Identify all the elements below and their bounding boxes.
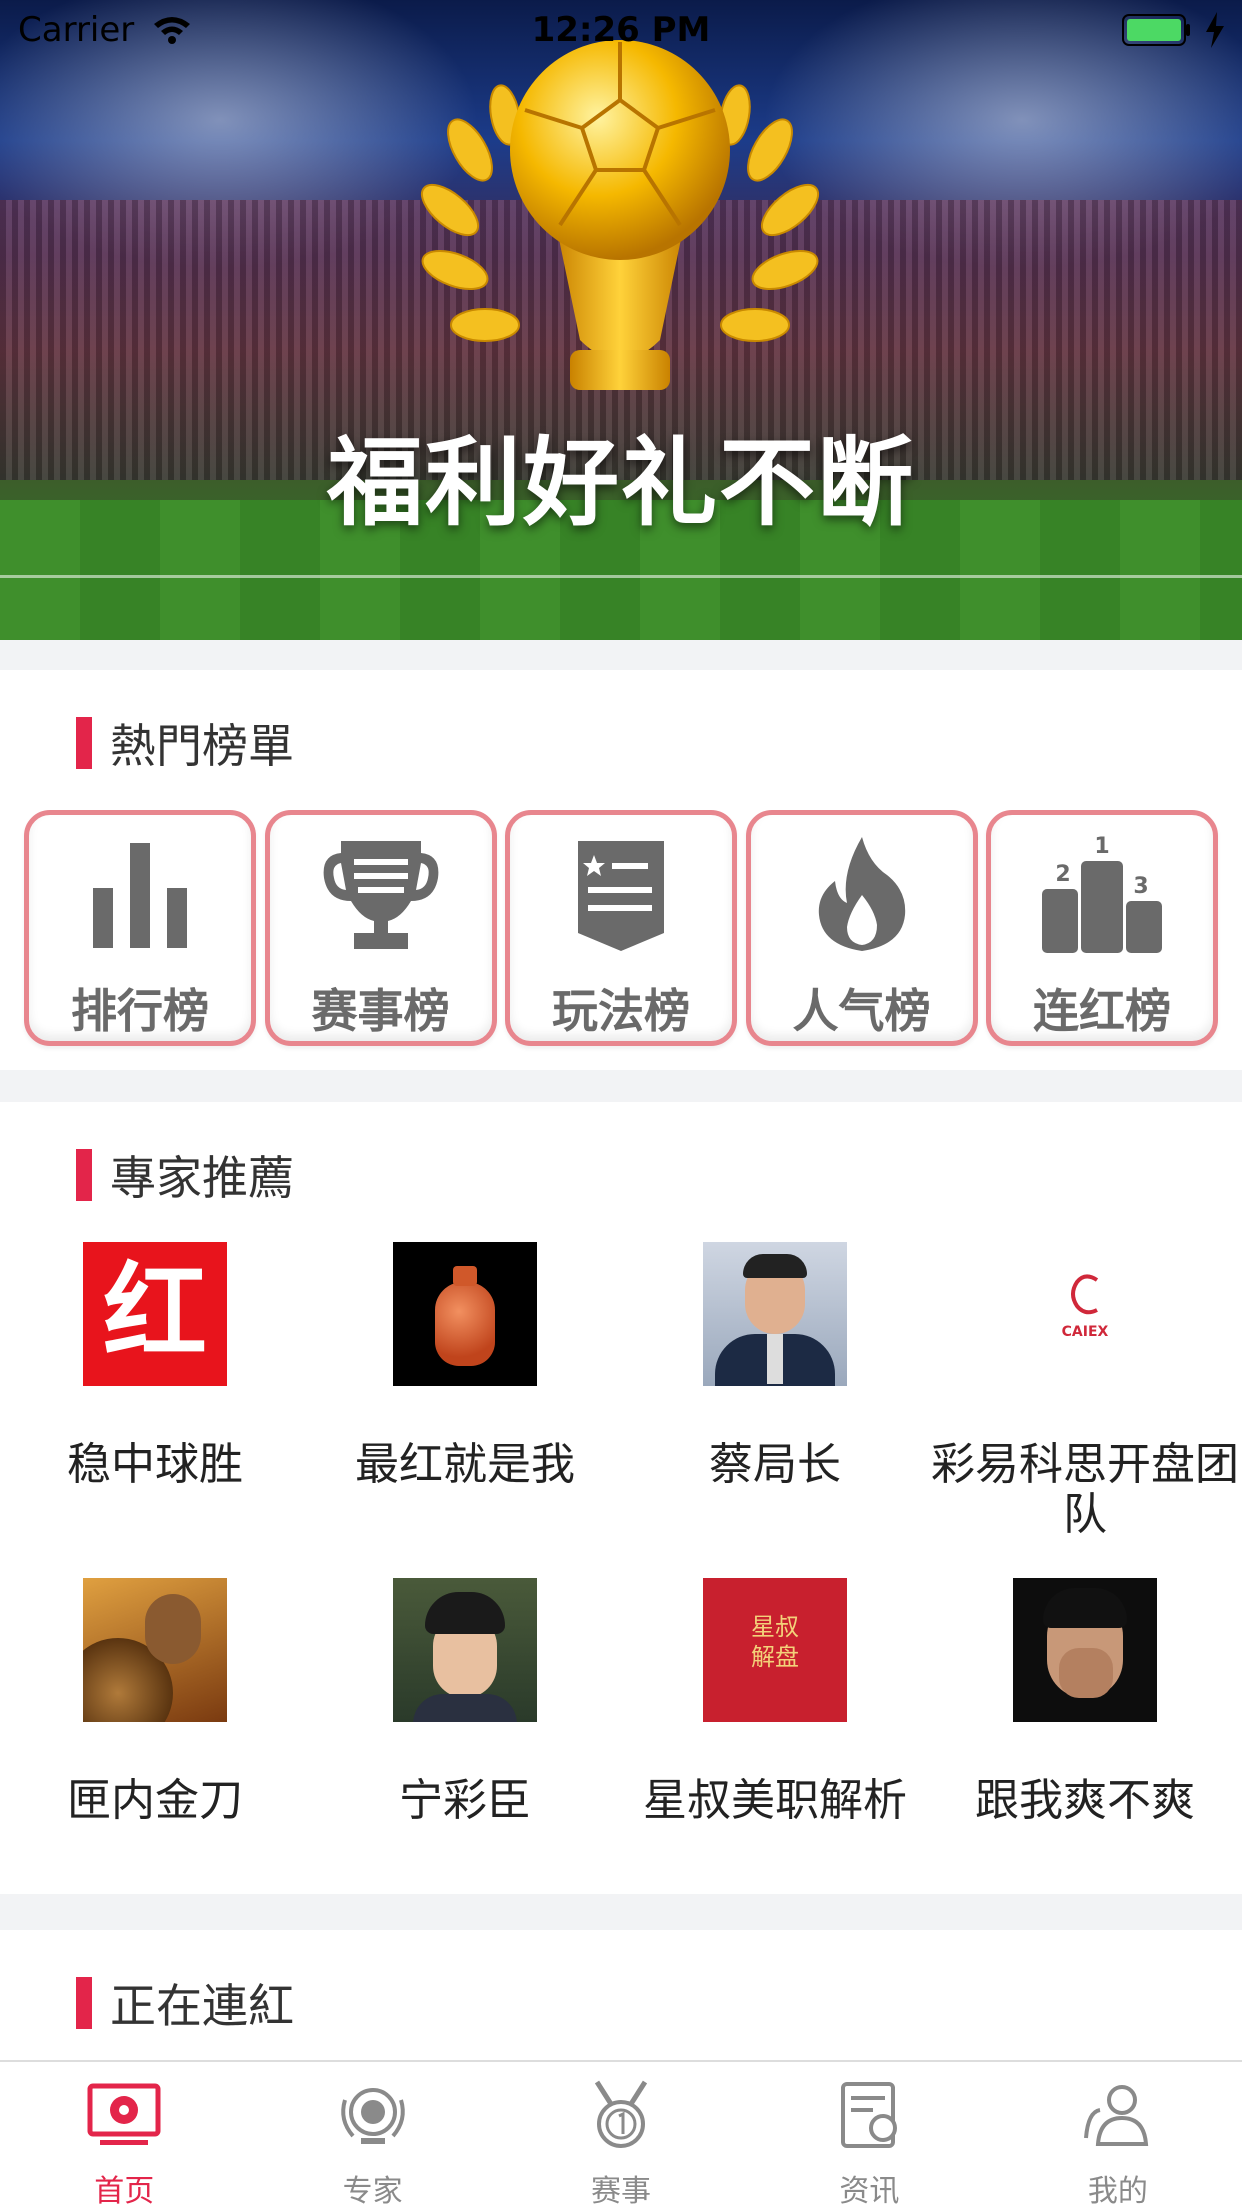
expert-name: 星叔美职解析: [643, 1775, 907, 1826]
tab-label: 资讯: [839, 2174, 900, 2208]
section-marker: [76, 717, 92, 769]
tab-match[interactable]: 赛事: [497, 2062, 745, 2208]
avatar: 星叔解盘: [703, 1578, 847, 1722]
card-label: 赛事榜: [311, 984, 450, 1038]
hot-list-title: 熱門榜單: [110, 719, 294, 773]
avatar: [393, 1242, 537, 1386]
expert-header: 專家推薦: [76, 1142, 294, 1208]
tab-label: 专家: [342, 2174, 403, 2208]
card-label: 排行榜: [71, 984, 209, 1038]
card-event[interactable]: 赛事榜: [264, 810, 497, 1046]
streak-section: 正在連紅: [0, 1930, 1242, 2060]
expert-item[interactable]: 宁彩臣: [310, 1578, 620, 1826]
avatar: [1013, 1578, 1157, 1722]
card-streak[interactable]: 1 2 3 连红榜: [986, 810, 1218, 1046]
home-tv-icon: [87, 2083, 161, 2145]
trophy-ball-icon: [420, 40, 820, 390]
user-icon: [1083, 2085, 1148, 2146]
tab-bar: 首页 专家 赛事 资讯 我的: [0, 2060, 1242, 2208]
tab-label: 赛事: [591, 2174, 652, 2208]
news-icon: [841, 2082, 898, 2148]
avatar: [83, 1578, 227, 1722]
streak-header: 正在連紅: [76, 1970, 294, 2036]
match-medal-icon: [594, 2080, 648, 2148]
tab-mine[interactable]: 我的: [994, 2062, 1242, 2208]
bar-chart-icon: [93, 843, 187, 948]
avatar: [703, 1242, 847, 1386]
trophy-icon: [323, 841, 438, 949]
streak-title: 正在連紅: [110, 1979, 294, 2033]
expert-name: 彩易科思开盘团队: [931, 1439, 1239, 1540]
banner-title: 福利好礼不断: [327, 427, 915, 539]
app-root: 福利好礼不断 Carrier 12:26 PM 熱門榜單 排行榜 赛事榜 玩法榜…: [0, 0, 1242, 2208]
podium-number-2: 2: [1055, 862, 1070, 887]
podium-number-1: 1: [1094, 834, 1109, 859]
card-popular[interactable]: 人气榜: [745, 810, 978, 1046]
hot-list-cards: 排行榜 赛事榜 玩法榜 人气榜 1 2 3 连红榜: [24, 810, 1218, 1050]
expert-name: 宁彩臣: [399, 1775, 531, 1826]
expert-item[interactable]: 匣内金刀: [0, 1578, 310, 1826]
avatar: [393, 1578, 537, 1722]
document-badge-icon: [578, 841, 664, 951]
tab-label: 我的: [1087, 2174, 1148, 2208]
podium-number-3: 3: [1133, 874, 1148, 899]
avatar-text: 红: [102, 1250, 207, 1373]
avatar-text: 星叔解盘: [751, 1613, 799, 1671]
battery-icon: [1122, 14, 1190, 46]
expert-item[interactable]: 蔡局长: [620, 1242, 930, 1490]
expert-title: 專家推薦: [110, 1151, 294, 1205]
charging-bolt-icon: [1206, 12, 1224, 48]
tab-news[interactable]: 资讯: [745, 2062, 993, 2208]
card-play[interactable]: 玩法榜: [505, 810, 737, 1046]
caiex-logo-icon: [1071, 1274, 1099, 1315]
status-bar: Carrier 12:26 PM: [0, 0, 1242, 60]
expert-item[interactable]: 红 稳中球胜: [0, 1242, 310, 1490]
expert-name: 蔡局长: [709, 1439, 841, 1490]
podium-icon: 1 2 3: [1042, 834, 1162, 953]
flame-icon: [818, 837, 905, 951]
expert-item[interactable]: 跟我爽不爽: [930, 1578, 1240, 1826]
promo-banner[interactable]: 福利好礼不断: [0, 0, 1242, 640]
snuff-bottle-shape: [435, 1282, 495, 1366]
avatar: CAIEX: [1013, 1242, 1157, 1386]
card-label: 人气榜: [792, 984, 931, 1038]
card-label: 玩法榜: [552, 984, 690, 1038]
tab-home[interactable]: 首页: [0, 2062, 248, 2208]
field-line: [0, 575, 1242, 578]
expert-name: 跟我爽不爽: [975, 1775, 1195, 1826]
card-ranking[interactable]: 排行榜: [24, 810, 256, 1046]
expert-section: 專家推薦 红 稳中球胜 最红就是我 蔡局长 CAIEX 彩易科思开盘团队 匣内金…: [0, 1102, 1242, 1894]
expert-item[interactable]: CAIEX 彩易科思开盘团队: [930, 1242, 1240, 1540]
avatar: 红: [83, 1242, 227, 1386]
hot-list-header: 熱門榜單: [76, 710, 294, 776]
expert-name: 稳中球胜: [67, 1439, 243, 1490]
expert-name: 匣内金刀: [67, 1775, 243, 1826]
clock-time: 12:26 PM: [531, 10, 711, 50]
expert-item[interactable]: 星叔解盘 星叔美职解析: [620, 1578, 930, 1826]
card-label: 连红榜: [1033, 984, 1171, 1038]
tab-expert[interactable]: 专家: [248, 2062, 496, 2208]
expert-item[interactable]: 最红就是我: [310, 1242, 620, 1490]
expert-medal-icon: [340, 2088, 405, 2144]
avatar-text: CAIEX: [1061, 1324, 1109, 1340]
expert-name: 最红就是我: [355, 1439, 575, 1490]
hot-list-section: 熱門榜單 排行榜 赛事榜 玩法榜 人气榜 1 2 3 连红榜: [0, 670, 1242, 1070]
section-marker: [76, 1977, 92, 2029]
tab-label: 首页: [94, 2174, 155, 2208]
section-marker: [76, 1149, 92, 1201]
